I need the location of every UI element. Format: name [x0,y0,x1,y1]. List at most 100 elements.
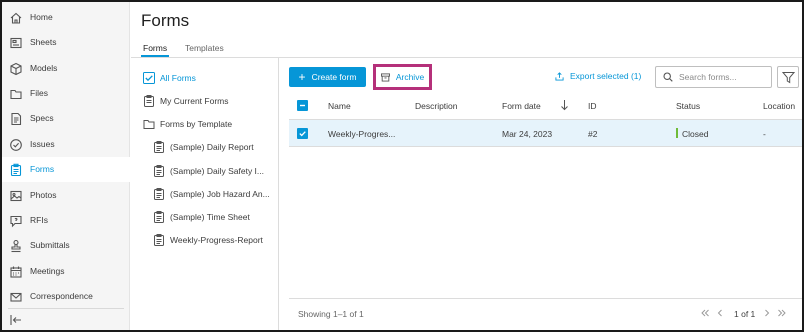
tree-label: (Sample) Job Hazard An... [170,189,270,199]
double-chevron-left-icon [701,309,709,317]
nav-label: Meetings [30,266,65,276]
previous-page-button[interactable] [715,306,727,320]
filter-button[interactable] [777,66,799,88]
tree-item-template[interactable]: (Sample) Time Sheet [153,210,250,224]
last-page-button[interactable] [777,306,789,320]
status-indicator [676,128,678,138]
tree-item-my-current-forms[interactable]: My Current Forms [143,94,228,108]
tree-label: (Sample) Daily Safety I... [170,166,265,176]
cell-id: #2 [588,129,598,139]
left-nav: Home Sheets Models Files Specs Issues Fo… [2,2,130,330]
column-header-status[interactable]: Status [676,101,700,111]
page-title: Forms [141,11,190,30]
nav-item-models[interactable]: Models [2,56,130,81]
search-box [655,66,772,88]
nav-item-specs[interactable]: Specs [2,106,130,131]
archive-box-icon [380,72,390,82]
tab-forms[interactable]: Forms [143,43,167,53]
nav-label: Home [30,12,53,22]
nav-item-rfis[interactable]: RFIs [2,208,130,233]
nav-label: Files [30,88,48,98]
page-indicator: 1 of 1 [734,309,756,319]
nav-item-home[interactable]: Home [2,5,130,30]
envelope-icon [10,292,22,302]
header-divider [131,57,802,58]
collapse-left-icon[interactable] [9,313,23,327]
double-chevron-right-icon [778,309,786,317]
check-circle-icon [10,139,22,151]
clipboard-icon [154,211,164,223]
column-header-description[interactable]: Description [415,101,458,111]
chevron-right-icon [765,309,770,317]
nav-item-issues[interactable]: Issues [2,132,130,157]
nav-item-submittals[interactable]: Submittals [2,233,130,258]
tree-item-template[interactable]: (Sample) Daily Report [153,140,254,154]
tree-label: (Sample) Time Sheet [170,212,250,222]
tree-label: Forms by Template [160,119,233,129]
nav-label: Specs [30,113,54,123]
column-header-location[interactable]: Location [763,101,795,111]
clipboard-icon [10,163,22,177]
create-form-button[interactable]: + Create form [289,67,366,87]
home-icon [10,12,22,24]
clipboard-icon [144,95,154,107]
clipboard-icon [154,188,164,200]
cell-name[interactable]: Weekly-Progres... [328,129,395,139]
nav-label: Submittals [30,240,70,250]
tree-item-forms-by-template[interactable]: Forms by Template [143,117,232,131]
select-all-checkbox[interactable] [297,100,308,111]
nav-label: RFIs [30,215,48,225]
archive-button[interactable]: Archive [376,67,429,87]
nav-item-sheets[interactable]: Sheets [2,30,130,55]
nav-item-meetings[interactable]: Meetings [2,259,130,284]
nav-label: Correspondence [30,291,93,301]
tree-label: (Sample) Daily Report [170,142,254,152]
cell-form-date: Mar 24, 2023 [502,129,553,139]
tree-item-template[interactable]: (Sample) Job Hazard An... [153,187,270,201]
nav-label: Sheets [30,37,57,47]
nav-item-forms[interactable]: Forms [2,157,130,182]
column-header-id[interactable]: ID [588,101,597,111]
stamp-icon [11,239,21,253]
export-selected-button[interactable]: Export selected (1) [555,71,641,81]
calendar-icon [10,266,22,278]
checkbox-checked-icon [143,72,155,84]
chevron-left-icon [717,309,722,317]
sort-descending-icon[interactable] [560,99,569,111]
plus-icon: + [298,70,306,84]
column-header-form-date[interactable]: Form date [502,101,541,111]
cube-icon [10,62,22,76]
search-icon [663,72,673,82]
cell-location: - [763,129,766,139]
tree-item-template[interactable]: (Sample) Daily Safety I... [153,164,264,178]
next-page-button[interactable] [762,306,774,320]
search-input[interactable] [679,72,769,82]
nav-label: Photos [30,190,57,200]
row-checkbox[interactable] [297,128,308,139]
sheets-icon [10,37,22,49]
specs-icon [11,112,22,126]
results-count: Showing 1–1 of 1 [298,309,364,319]
nav-item-photos[interactable]: Photos [2,183,130,208]
footer-divider [289,298,802,299]
tree-label: My Current Forms [160,96,229,106]
tree-item-template[interactable]: Weekly-Progress-Report [153,233,263,247]
folder-icon [10,89,22,100]
tree-divider [278,58,279,330]
folder-icon [143,120,155,129]
archive-label: Archive [395,72,425,82]
cell-status: Closed [682,129,709,139]
nav-label: Issues [30,139,55,149]
clipboard-icon [154,234,164,246]
column-header-name[interactable]: Name [328,101,351,111]
chat-question-icon [10,215,22,228]
first-page-button[interactable] [700,306,712,320]
export-selected-label: Export selected (1) [570,71,642,81]
nav-item-correspondence[interactable]: Correspondence [2,284,130,309]
tree-item-all-forms[interactable]: All Forms [143,71,196,85]
nav-item-files[interactable]: Files [2,81,130,106]
clipboard-icon [154,141,164,153]
tab-templates[interactable]: Templates [185,43,224,53]
nav-label: Models [30,63,58,73]
checkmark-icon [299,131,306,137]
